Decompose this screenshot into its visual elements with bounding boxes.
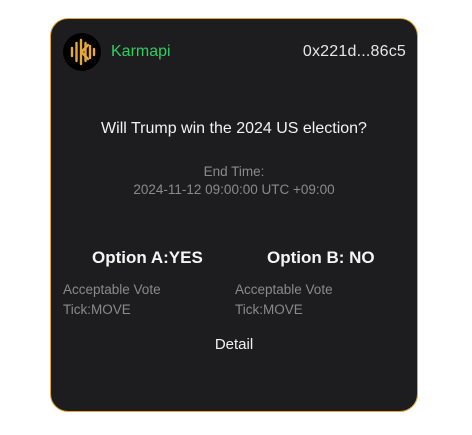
option-b-title[interactable]: Option B: NO: [267, 247, 375, 269]
karmapi-logo-icon: [63, 33, 101, 71]
option-a-title[interactable]: Option A:YES: [92, 247, 203, 269]
brand-name: Karmapi: [111, 43, 171, 60]
detail-button[interactable]: Detail: [51, 335, 417, 355]
option-b-vote-label: Acceptable Vote: [235, 282, 333, 297]
end-time-label: End Time:: [203, 164, 265, 179]
market-question: Will Trump win the 2024 US election?: [101, 120, 367, 137]
end-time-value: 2024-11-12 09:00:00 UTC +09:00: [133, 182, 335, 197]
wallet-address[interactable]: 0x221d...86c5: [303, 42, 406, 62]
prediction-card: Karmapi 0x221d...86c5 Will Trump win the…: [50, 18, 418, 412]
option-a-vote-label: Acceptable Vote: [63, 282, 161, 297]
option-a-tick-label: Tick:MOVE: [63, 302, 131, 317]
option-b-tick-label: Tick:MOVE: [235, 302, 303, 317]
